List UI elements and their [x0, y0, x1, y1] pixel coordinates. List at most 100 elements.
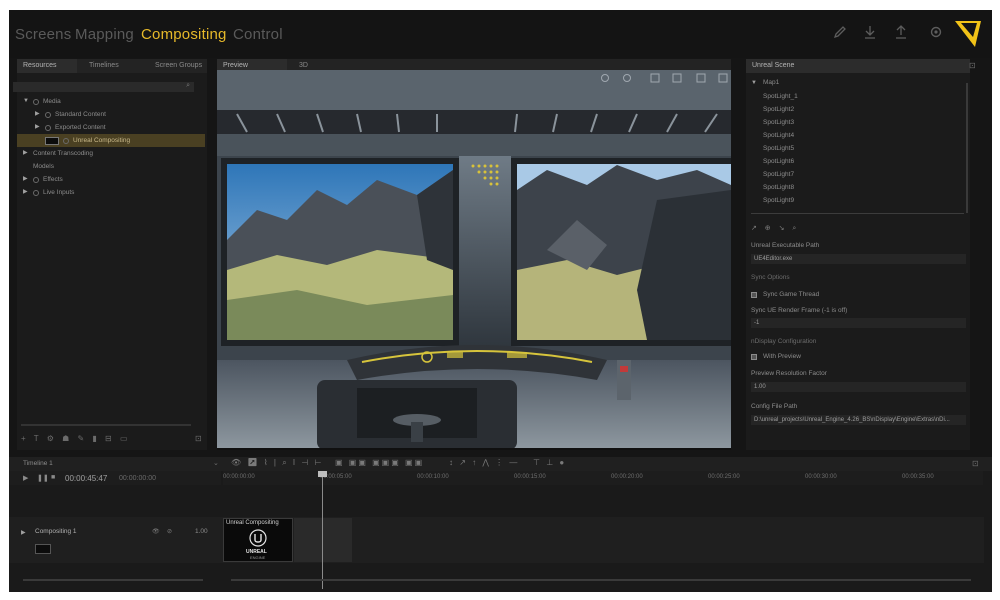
edit-icon[interactable]	[831, 24, 849, 42]
ruler-tick-label: 00:00:30:00	[805, 474, 837, 480]
resources-scrollbar[interactable]	[21, 424, 191, 426]
sync-game-thread-label: Sync Game Thread	[763, 291, 820, 298]
status-circle-icon	[33, 99, 39, 105]
map-root-node[interactable]: Map1	[763, 79, 779, 86]
track-name[interactable]: Compositing 1	[35, 528, 77, 535]
expand-arrow-icon[interactable]: ▶	[23, 186, 28, 199]
outline-hscrollbar[interactable]	[751, 213, 964, 214]
timecode-display: 00:00:45:47	[65, 474, 108, 483]
spotlight-item[interactable]: SpotLight5	[763, 145, 794, 152]
resources-tabbar: Resources Timelines Screen Groups	[17, 59, 207, 73]
tree-item[interactable]: Models	[17, 160, 205, 173]
search-icon: ⌕	[186, 82, 190, 89]
tab-screen-groups[interactable]: Screen Groups	[149, 59, 207, 73]
tree-item[interactable]: ▶ Standard Content	[17, 108, 205, 121]
tree-item[interactable]: ▶ Live Inputs	[17, 186, 205, 199]
preview-res-field[interactable]: 1.00	[751, 382, 966, 392]
tree-item[interactable]: ▶ Exported Content	[17, 121, 205, 134]
sync-ue-render-field[interactable]: -1	[751, 318, 966, 328]
track-row	[9, 517, 984, 563]
outline-actions-toolbar[interactable]: ↗ ⊕ ↘ ⌕	[751, 224, 799, 233]
with-preview-checkbox[interactable]	[751, 354, 757, 360]
sync-game-thread-checkbox[interactable]	[751, 292, 757, 298]
spotlight-item[interactable]: SpotLight8	[763, 184, 794, 191]
status-circle-icon	[45, 112, 51, 118]
sync-options-heading: Sync Options	[751, 274, 790, 281]
track-lock-icon[interactable]: ⊘	[167, 528, 172, 535]
tree-item[interactable]: Unreal Compositing	[17, 134, 205, 147]
tree-item-label: Standard Content	[55, 111, 106, 118]
timeline-hscrollbar[interactable]	[231, 579, 971, 581]
ruler-tick-label: 00:00:25:00	[708, 474, 740, 480]
stop-icon[interactable]: ■	[51, 474, 55, 481]
spotlight-item[interactable]: SpotLight9	[763, 197, 794, 204]
tree-item-label: Unreal Compositing	[73, 137, 131, 144]
tree-item[interactable]: ▶ Effects	[17, 173, 205, 186]
timecode-secondary: 00:00:00:00	[119, 475, 156, 482]
tab-resources[interactable]: Resources	[17, 59, 77, 73]
exec-path-field[interactable]: UE4Editor.exe	[751, 254, 966, 264]
clip-extension[interactable]	[294, 518, 352, 562]
tree-item-label: Media	[43, 98, 61, 105]
pause-icon[interactable]: ❚❚	[37, 474, 49, 482]
ruler-tick-label: 00:00:10:00	[417, 474, 449, 480]
playhead-handle[interactable]	[318, 471, 327, 477]
status-circle-icon	[33, 190, 39, 196]
status-circle-icon	[45, 125, 51, 131]
track-visibility-icon[interactable]: 👁	[152, 528, 160, 535]
resource-search-input[interactable]: ⌕	[13, 82, 194, 92]
expand-arrow-icon[interactable]: ▶	[35, 121, 40, 134]
spotlight-item[interactable]: SpotLight6	[763, 158, 794, 165]
spotlight-item[interactable]: SpotLight2	[763, 106, 794, 113]
app-logo	[955, 21, 981, 47]
nav-mapping[interactable]: Mapping	[75, 26, 134, 43]
config-path-label: Config File Path	[751, 403, 798, 410]
track-expand-arrow[interactable]: ▶	[21, 529, 26, 536]
panel-menu-icon[interactable]: ⊡	[969, 61, 976, 70]
spotlight-item[interactable]: SpotLight3	[763, 119, 794, 126]
app-window: Screens Mapping Compositing Control Reso…	[9, 10, 992, 592]
expand-arrow-icon[interactable]: ▶	[23, 147, 28, 160]
play-icon[interactable]: ▶	[23, 474, 28, 482]
timeline-tools-group-3[interactable]: ↕ ↗ ↑ ⋀ ⋮ —	[449, 458, 519, 467]
track-list-scrollbar[interactable]	[23, 579, 203, 581]
unreal-scene-title: Unreal Scene	[746, 59, 970, 73]
clip-label: Unreal Compositing	[226, 520, 279, 526]
panel-expand-icon[interactable]: ⊡	[195, 434, 202, 443]
status-circle-icon	[63, 138, 69, 144]
timeline-tools-group-1[interactable]: 👁 ↗ ⌇ | ⌕ I ⊣ ⊢	[231, 458, 324, 468]
resource-actions-toolbar[interactable]: + T ⚙ ☗ ✎ ▮ ⊟ ▭	[21, 434, 131, 443]
exec-path-label: Unreal Executable Path	[751, 242, 820, 249]
with-preview-label: With Preview	[763, 353, 801, 360]
config-path-field[interactable]: D:\unreal_projects\Unreal_Engine_4.26_BS…	[751, 415, 966, 425]
tree-item[interactable]: ▶ Content Transcoding	[17, 147, 205, 160]
nav-control[interactable]: Control	[233, 26, 283, 43]
expand-arrow-icon[interactable]: ▶	[35, 108, 40, 121]
spotlight-item[interactable]: SpotLight_1	[763, 93, 798, 100]
nav-screens[interactable]: Screens	[15, 26, 71, 43]
expand-arrow-icon[interactable]: ▶	[23, 173, 28, 186]
tree-item[interactable]: ▼ Media	[17, 95, 205, 108]
nav-compositing[interactable]: Compositing	[141, 26, 227, 43]
tree-item-label: Models	[33, 163, 54, 170]
timeline-collapse-icon[interactable]: ⌄	[213, 459, 219, 467]
timeline-panel-menu-icon[interactable]: ⊡	[972, 459, 979, 468]
map-expand-arrow[interactable]: ▼	[751, 80, 757, 86]
timeline-tools-group-4[interactable]: ⊤ ⊥ ●	[533, 458, 566, 467]
timeline-clip[interactable]: Unreal Compositing UNREAL ENGINE	[223, 518, 293, 562]
tree-item-label: Live Inputs	[43, 189, 75, 196]
preview-viewport[interactable]	[217, 70, 731, 448]
track-opacity[interactable]: 1.00	[195, 528, 208, 535]
collapse-arrow-icon[interactable]: ▼	[23, 95, 29, 108]
playhead[interactable]	[322, 471, 323, 589]
spotlight-item[interactable]: SpotLight4	[763, 132, 794, 139]
gear-icon[interactable]	[927, 24, 945, 42]
ndisplay-heading: nDisplay Configuration	[751, 338, 817, 345]
timeline-tools-group-2[interactable]: ▣ ▣▣ ▣▣▣ ▣▣	[335, 458, 424, 467]
tab-timelines[interactable]: Timelines	[83, 59, 143, 73]
upload-icon[interactable]	[892, 24, 910, 42]
download-icon[interactable]	[861, 24, 879, 42]
unreal-logo-icon	[249, 529, 267, 547]
spotlight-item[interactable]: SpotLight7	[763, 171, 794, 178]
outline-scrollbar[interactable]	[966, 83, 968, 213]
